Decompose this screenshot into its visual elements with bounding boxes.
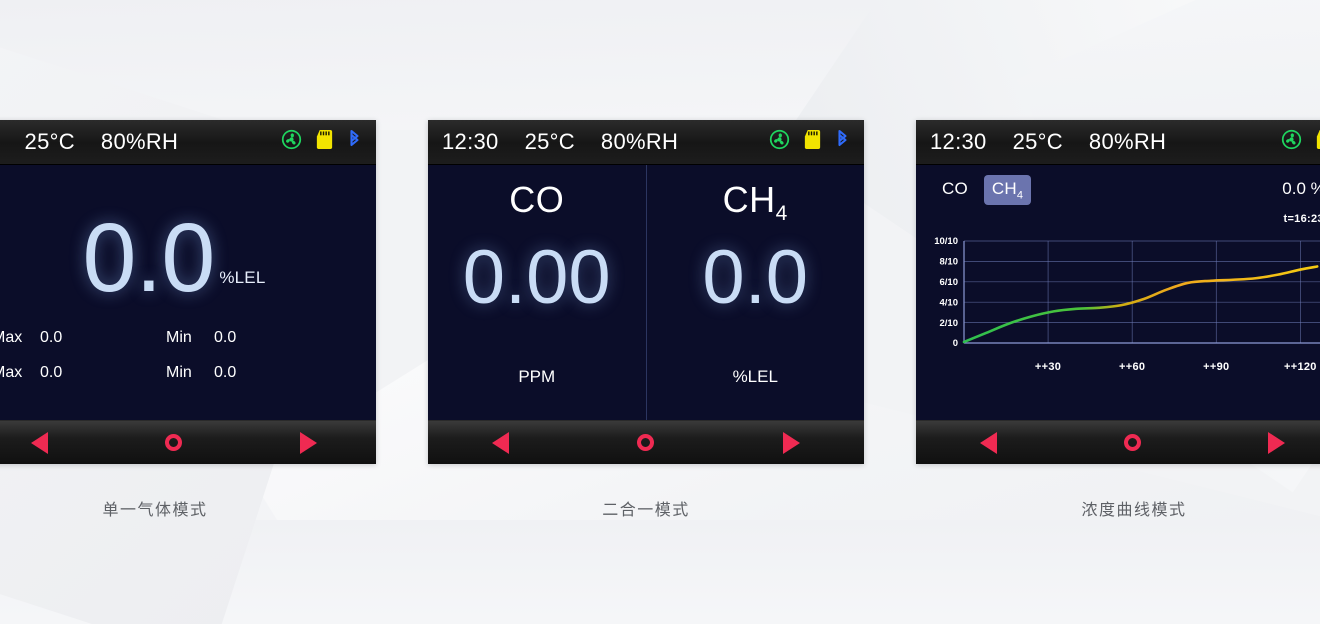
status-temperature: 25°C	[24, 129, 75, 154]
primary-reading: 0.0 %LEL	[0, 203, 376, 312]
chart-gridlines	[964, 240, 1320, 343]
svg-text:8/10: 8/10	[940, 257, 959, 268]
screen-single-gas: H4 0.0 %LEL Max 0.0 Min 0.0 Max 0.0 Min …	[0, 165, 376, 420]
status-bar: 12:30 25°C 80%RH	[916, 120, 1320, 165]
next-button[interactable]	[1267, 431, 1285, 454]
gas-pane-ch4: CH4 0.0 %LEL	[645, 165, 865, 420]
next-button[interactable]	[300, 431, 318, 454]
gas-name-label: CH4	[722, 179, 788, 226]
device-single-gas: 0 25°C 80%RH H4 0.0 %LEL Max 0.0	[0, 120, 376, 464]
chart-x-tick: ++120	[1284, 361, 1317, 373]
status-temperature: 25°C	[524, 129, 575, 154]
prev-button[interactable]	[979, 431, 997, 454]
record-button[interactable]	[1123, 434, 1141, 451]
chart-timestamp: t=16:23:11	[1283, 213, 1320, 225]
svg-text:2/10: 2/10	[940, 318, 959, 329]
status-humidity: 80%RH	[1088, 129, 1167, 154]
current-reading: 0.0 %LEL	[1282, 179, 1320, 198]
svg-text:10/10: 10/10	[934, 237, 958, 247]
device-curve-mode: 12:30 25°C 80%RH CO CH4 0.0 %LEL t=16:23…	[916, 120, 1320, 464]
fan-icon	[1281, 129, 1302, 155]
status-bar: 0 25°C 80%RH	[0, 120, 376, 165]
caption-curve-mode: 浓度曲线模式	[1081, 502, 1187, 519]
gas-name-label: CO	[509, 179, 565, 220]
tab-co[interactable]: CO	[934, 175, 976, 205]
max-value: 0.0	[40, 329, 63, 346]
button-bar	[0, 420, 376, 464]
chart-x-tick: ++90	[1203, 361, 1230, 373]
min-value: 0.0	[214, 329, 237, 346]
tab-ch4[interactable]: CH4	[983, 175, 1032, 206]
button-bar	[428, 420, 864, 464]
bluetooth-icon	[835, 129, 850, 156]
minmax-row: Max 0.0 Min 0.0	[0, 329, 356, 347]
min-label: Min	[166, 364, 192, 381]
gas-pane-co: CO 0.00 PPM	[428, 165, 646, 420]
status-temperature: 25°C	[1012, 129, 1063, 154]
sd-card-icon	[315, 129, 334, 155]
svg-text:0: 0	[953, 338, 958, 349]
min-value: 0.0	[214, 364, 237, 381]
chart-x-tick: ++60	[1119, 361, 1146, 373]
record-button[interactable]	[165, 434, 183, 451]
fan-icon	[281, 129, 302, 155]
reading-unit: %LEL	[732, 367, 778, 386]
status-humidity: 80%RH	[600, 129, 679, 154]
screen-curve: CO CH4 0.0 %LEL t=16:23:11 10/10 8/10 6/10…	[916, 165, 1320, 420]
chart-x-axis-labels: ++30 ++60 ++90 ++120	[916, 361, 1320, 379]
caption-single-gas: 单一气体模式	[102, 502, 208, 519]
status-bar: 12:30 25°C 80%RH	[428, 120, 864, 165]
status-humidity: 80%RH	[100, 129, 179, 154]
minmax-panel: Max 0.0 Min 0.0 Max 0.0 Min 0.0	[0, 329, 376, 399]
caption-dual-gas: 二合一模式	[602, 502, 690, 519]
max-label: Max	[0, 329, 23, 346]
svg-text:6/10: 6/10	[940, 277, 959, 288]
status-time: 12:30	[442, 129, 499, 154]
svg-text:4/10: 4/10	[940, 297, 959, 308]
record-button[interactable]	[637, 434, 655, 451]
reading-value: 0.0	[82, 203, 215, 312]
reading-value: 0.0	[702, 235, 809, 321]
fan-icon	[769, 129, 790, 155]
minmax-row: Max 0.0 Min 0.0	[0, 364, 356, 382]
reading-value: 0.00	[462, 235, 611, 321]
next-button[interactable]	[782, 431, 800, 454]
bluetooth-icon	[347, 129, 362, 156]
max-value: 0.0	[40, 364, 63, 381]
button-bar	[916, 420, 1320, 464]
sd-card-icon	[803, 129, 822, 155]
reading-unit: %LEL	[219, 268, 266, 288]
gas-tab-bar: CO CH4	[934, 175, 1032, 206]
concentration-chart: 10/10 8/10 6/10 4/10 2/10 0	[934, 237, 1320, 349]
screen-dual-gas: CO 0.00 PPM CH4 0.0 %LEL	[428, 165, 864, 420]
chart-series-ch4	[962, 265, 1319, 344]
min-label: Min	[166, 329, 192, 346]
reading-unit: PPM	[518, 367, 556, 386]
prev-button[interactable]	[30, 431, 48, 454]
chart-y-axis-labels: 10/10 8/10 6/10 4/10 2/10 0	[934, 237, 958, 349]
chart-x-tick: ++30	[1034, 361, 1062, 373]
prev-button[interactable]	[492, 431, 510, 454]
max-label: Max	[0, 364, 23, 381]
sd-card-icon	[1315, 129, 1320, 155]
device-dual-gas: 12:30 25°C 80%RH CO 0.00 PPM CH4 0.0 %LE…	[428, 120, 864, 464]
status-time: 12:30	[930, 129, 987, 154]
